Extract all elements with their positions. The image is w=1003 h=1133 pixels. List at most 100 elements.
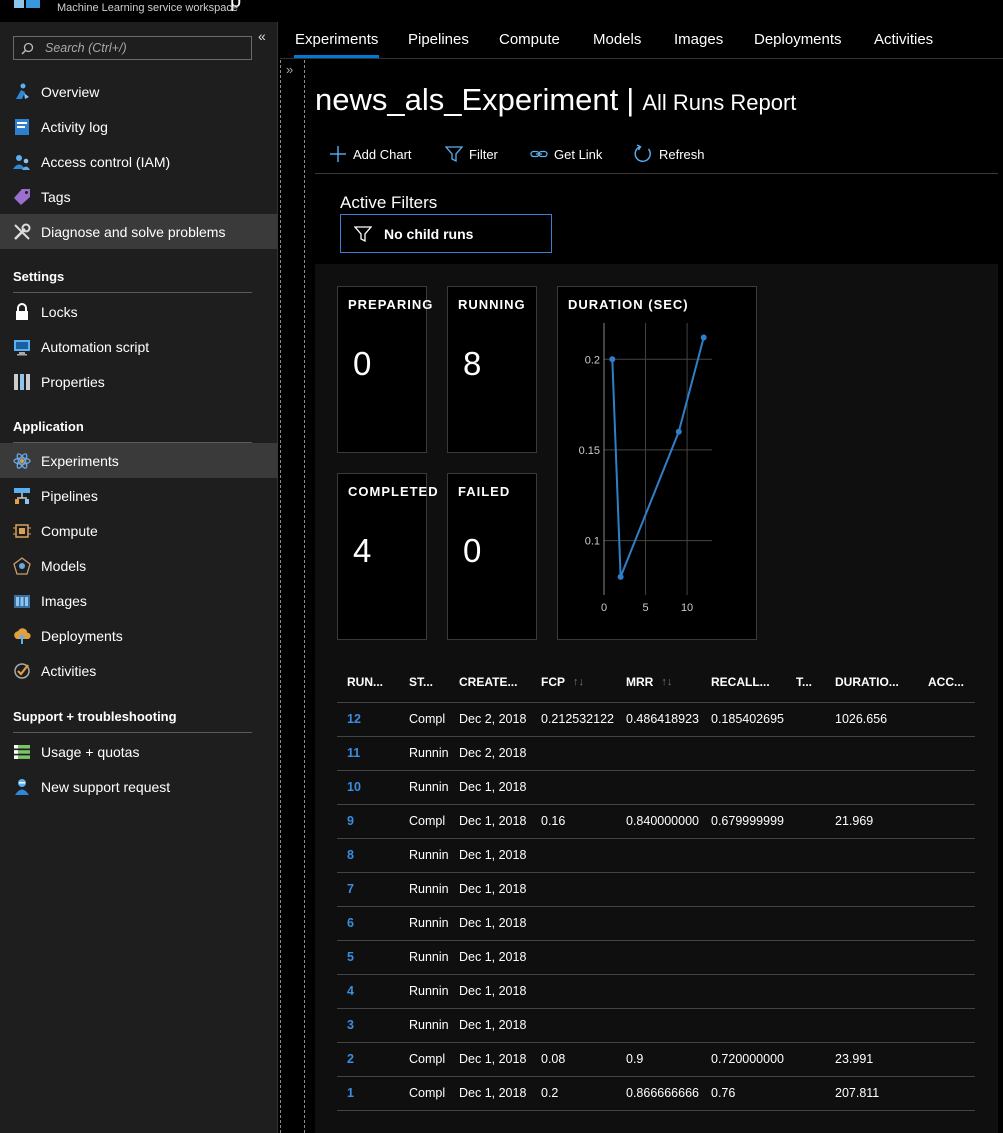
table-row[interactable]: 5 Runnin Dec 1, 2018 [337,940,975,974]
run-fcp: 0.08 [541,1052,566,1066]
created-header[interactable]: CREATE... [459,662,537,702]
sidebar-item-new-support-request[interactable]: New support request [0,769,278,804]
sidebar-item-access-control[interactable]: Access control (IAM) [0,144,278,179]
run-status: Compl [409,1052,446,1066]
run-id-link[interactable]: 7 [347,882,402,896]
table-row[interactable]: 7 Runnin Dec 1, 2018 [337,872,975,906]
run-id-link[interactable]: 1 [347,1086,402,1100]
sidebar-item-label: Tags [41,188,71,205]
report-name: All Runs Report [642,90,797,115]
sort-icon[interactable]: ↑↓ [661,676,672,688]
tab-experiments[interactable]: Experiments [295,31,378,48]
run-status: Runnin [409,746,449,760]
sidebar-item-diagnose[interactable]: Diagnose and solve problems [0,214,278,249]
expand-panel-icon[interactable]: » [286,62,293,77]
tab-deployments[interactable]: Deployments [754,31,842,48]
table-row[interactable]: 11 Runnin Dec 2, 2018 [337,736,975,770]
get-link-label: Get Link [554,146,603,162]
sidebar-item-tags[interactable]: Tags [0,179,278,214]
table-row[interactable]: 8 Runnin Dec 1, 2018 [337,838,975,872]
duration-point [609,356,616,363]
duration-chart-tile: DURATION (SEC) 0.1 0.15 0.2 0 5 10 [557,286,757,640]
tab-pipelines[interactable]: Pipelines [408,31,469,48]
table-row[interactable]: 3 Runnin Dec 1, 2018 [337,1008,975,1042]
run-id-link[interactable]: 5 [347,950,402,964]
t-header[interactable]: T... [796,662,826,702]
sidebar-item-overview[interactable]: Overview [0,74,278,109]
table-row[interactable]: 1 Compl Dec 1, 2018 0.2 0.866666666 0.76 207.8… [337,1076,975,1110]
run-mrr: 0.866666666 [626,1086,699,1100]
usage-quotas-icon [12,742,32,762]
run-recall: 0.679999999 [711,814,784,828]
recall-header[interactable]: RECALL... [711,662,791,702]
sidebar-item-label: Locks [41,303,78,320]
collapse-sidebar-icon[interactable]: « [258,28,266,44]
tile-value: 8 [463,345,482,382]
run-status: Runnin [409,984,449,998]
section-divider [13,732,252,733]
run-id-link[interactable]: 9 [347,814,402,828]
filter-chip-no-child-runs[interactable]: No child runs [340,214,552,253]
run-id-link[interactable]: 4 [347,984,402,998]
tile-label: RUNNING [458,297,526,312]
duration-header[interactable]: DURATIO... [835,662,920,702]
run-id-link[interactable]: 10 [347,780,402,794]
sidebar-item-properties[interactable]: Properties [0,364,278,399]
sidebar-item-automation-script[interactable]: Automation script [0,329,278,364]
tab-models[interactable]: Models [593,31,641,48]
sidebar-item-models[interactable]: Models [0,548,278,583]
run-status: Compl [409,1086,446,1100]
run-id-link[interactable]: 12 [347,712,402,726]
table-row[interactable]: 9 Compl Dec 1, 2018 0.16 0.840000000 0.679999… [337,804,975,838]
sidebar-item-label: Compute [41,522,98,539]
sidebar-item-compute[interactable]: Compute [0,513,278,548]
sidebar-item-images[interactable]: Images [0,583,278,618]
duration-point [617,573,624,580]
run-id-link[interactable]: 6 [347,916,402,930]
search-box[interactable] [13,36,252,60]
run-id-link[interactable]: 8 [347,848,402,862]
sort-icon[interactable]: ↑↓ [573,676,584,688]
search-input[interactable] [45,39,245,57]
table-row[interactable]: 4 Runnin Dec 1, 2018 [337,974,975,1008]
run-id-link[interactable]: 2 [347,1052,402,1066]
sidebar-item-locks[interactable]: Locks [0,294,278,329]
tab-compute[interactable]: Compute [499,31,560,48]
models-icon [12,556,32,576]
add-chart-button[interactable]: Add Chart [329,143,412,165]
run-id-header[interactable]: RUN... [347,662,402,702]
run-id-link[interactable]: 11 [347,746,402,760]
status-header[interactable]: ST... [409,662,451,702]
toolbar: Add Chart Filter Get Link Refresh [315,138,998,174]
mrr-header[interactable]: MRR ↑↓ [626,662,706,702]
tab-bar: Experiments Pipelines Compute Models Ima… [280,22,1003,59]
sidebar-item-experiments[interactable]: Experiments [0,443,278,478]
sidebar-item-activity-log[interactable]: Activity log [0,109,278,144]
section-heading-settings: Settings [13,269,65,284]
table-row[interactable]: 2 Compl Dec 1, 2018 0.08 0.9 0.720000000 23.99… [337,1042,975,1076]
sidebar-item-activities[interactable]: Activities [0,653,278,688]
refresh-button[interactable]: Refresh [633,143,705,165]
sidebar-item-label: Deployments [41,627,123,644]
sidebar-item-deployments[interactable]: Deployments [0,618,278,653]
panel-splitter[interactable] [280,60,305,1133]
run-created: Dec 1, 2018 [459,780,527,794]
table-row[interactable]: 12 Compl Dec 2, 2018 0.212532122 0.486418923… [337,702,975,736]
sidebar-item-usage-quotas[interactable]: Usage + quotas [0,734,278,769]
accuracy-header[interactable]: ACC... [928,662,973,702]
fcp-header[interactable]: FCP ↑↓ [541,662,621,702]
activity-log-icon [12,117,32,137]
run-created: Dec 1, 2018 [459,1052,527,1066]
get-link-button[interactable]: Get Link [530,143,602,165]
sidebar-item-pipelines[interactable]: Pipelines [0,478,278,513]
table-row[interactable]: 10 Runnin Dec 1, 2018 [337,770,975,804]
run-created: Dec 1, 2018 [459,916,527,930]
tile-value: 4 [353,532,372,569]
filter-button[interactable]: Filter [445,143,498,165]
tab-activities[interactable]: Activities [874,31,933,48]
experiments-icon [12,451,32,471]
table-row[interactable]: 6 Runnin Dec 1, 2018 [337,906,975,940]
run-id-link[interactable]: 3 [347,1018,402,1032]
tab-images[interactable]: Images [674,31,723,48]
sidebar-item-label: Pipelines [41,487,98,504]
